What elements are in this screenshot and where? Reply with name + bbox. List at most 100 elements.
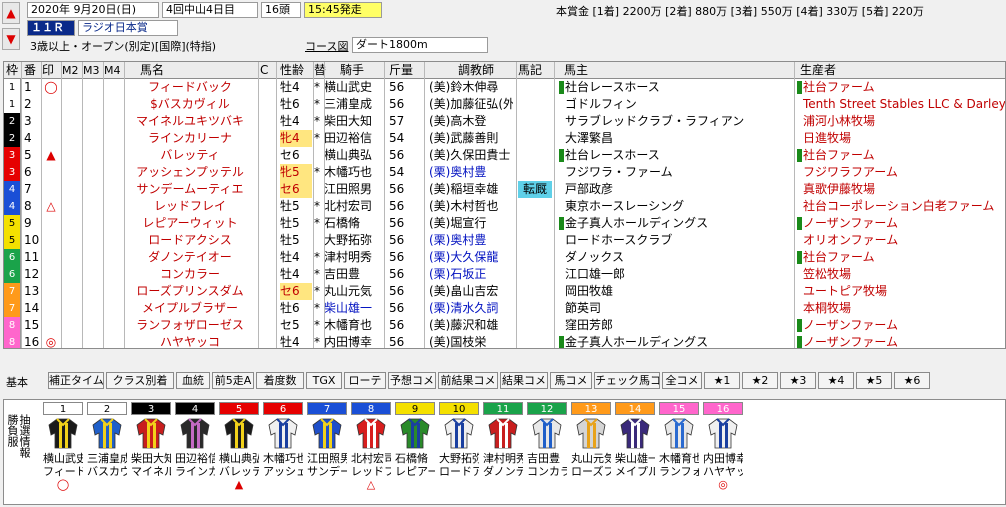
scroll-up-button[interactable]: ▲ [2,2,20,24]
toolbar-button-15[interactable]: ★2 [742,372,778,389]
toolbar-button-8[interactable]: 予想コメ [388,372,436,389]
col-weight: 斤量 [389,63,414,77]
owner-text: 社台レースホース [565,148,660,162]
toolbar-button-14[interactable]: ★1 [704,372,740,389]
table-row[interactable]: 3 6 アッシェンプッテル 牝5 * 木幡巧也 54 (栗)奥村豊 フジワラ・ファーム フジワラフ… [4,164,1005,181]
table-row[interactable]: 6 11 ダノンテイオー 牡4 * 津村明秀 56 (栗)大久保龍 ダノックス 社台ファーム [4,249,1005,266]
toolbar-button-1[interactable]: 補正タイム [48,372,104,389]
toolbar-button-2[interactable]: クラス別着 [106,372,174,389]
col-note: 馬記 [518,63,543,77]
silk-entry[interactable]: 1 横山武史フィードバック◯ [43,402,83,502]
mark-cell [42,130,60,147]
name-cell[interactable]: レッドフレイ [122,198,258,215]
toolbar-button-4[interactable]: 前5走A [212,372,254,389]
ban-cell: 9 [24,216,32,230]
name-cell[interactable]: $バスカヴィル [122,96,258,113]
sexage-cell: 牡6 [280,97,300,111]
toolbar-button-12[interactable]: チェック馬コメ [594,372,660,389]
toolbar-button-5[interactable]: 着度数 [256,372,304,389]
ban-cell: 6 [24,165,32,179]
silk-entry[interactable]: 15 木幡育也ランフォザ [659,402,699,502]
silk-entry[interactable]: 9 石橋脩レピアーウ [395,402,435,502]
table-row[interactable]: 8 15 ランフォザローゼス セ5 * 木幡育也 56 (美)藤沢和雄 窪田芳郎 ノーザンファーム [4,317,1005,334]
silk-entry[interactable]: 6 木幡巧也アッシェンプ [263,402,303,502]
table-row[interactable]: 2 4 ラインカリーナ 牝4 * 田辺裕信 54 (美)武藤善則 大澤繁昌 日進牧場 [4,130,1005,147]
sexage-cell: 牡5 [280,233,300,247]
silk-entry[interactable]: 7 江田照男サンデーム [307,402,347,502]
silk-entry[interactable]: 12 吉田豊コンカラー [527,402,567,502]
breeder-cell: 本桐牧場 [797,300,1005,317]
silk-entry[interactable]: 11 津村明秀ダノンテイオ [483,402,523,502]
silk-entry[interactable]: 8 北村宏司レッドフレイ△ [351,402,391,502]
scroll-down-button[interactable]: ▼ [2,28,20,50]
table-row[interactable]: 6 12 コンカラー 牡4 * 吉田豊 56 (栗)石坂正 江口雄一郎 笠松牧場 [4,266,1005,283]
name-cell[interactable]: レピアーウィット [122,215,258,232]
name-cell[interactable]: ダノンテイオー [122,249,258,266]
name-cell[interactable]: サンデームーティエ [122,181,258,198]
table-row[interactable]: 5 9 レピアーウィット 牡5 * 石橋脩 56 (美)堀宣行 金子真人ホールディングス ノーザン… [4,215,1005,232]
toolbar-button-17[interactable]: ★4 [818,372,854,389]
table-row[interactable]: 4 8 △ レッドフレイ 牡5 * 北村宏司 56 (美)木村哲也 東京ホースレーシング 社台コーポ… [4,198,1005,215]
table-row[interactable]: 7 13 ローズプリンスダム セ6 * 丸山元気 56 (美)畠山吉宏 岡田牧雄 ユートピア牧場 [4,283,1005,300]
name-cell[interactable]: アッシェンプッテル [122,164,258,181]
silk-horse-name: バスカヴィル [87,465,127,478]
table-row[interactable]: 3 5 ▲ バレッティ セ6 横山典弘 56 (美)久保田貴士 社台レースホース 社台ファーム [4,147,1005,164]
table-row[interactable]: 5 10 ロードアクシス 牡5 大野拓弥 56 (栗)奥村豊 ロードホースクラブ オリオンファー… [4,232,1005,249]
silk-number: 14 [615,402,655,415]
name-cell[interactable]: ロードアクシス [122,232,258,249]
table-row[interactable]: 8 16 ◎ ハヤヤッコ 牡4 * 内田博幸 56 (美)国枝栄 金子真人ホールディングス ノーザン… [4,334,1005,348]
trainer-extra: (外) [498,97,513,111]
silk-entry[interactable]: 5 横山典弘バレッティ▲ [219,402,259,502]
table-row[interactable]: 7 14 メイプルブラザー 牡6 * 柴山雄一 56 (栗)清水久詞 節英司 本桐牧場 [4,300,1005,317]
name-cell[interactable]: マイネルユキツバキ [122,113,258,130]
name-cell[interactable]: ハヤヤッコ [122,334,258,348]
toolbar-button-18[interactable]: ★5 [856,372,892,389]
toolbar-button-9[interactable]: 前結果コメ [438,372,498,389]
trainer-cell: (美)堀宣行 [429,216,487,230]
waku-cell: 8 [4,334,21,348]
sexage-cell: セ6 [280,283,312,300]
name-cell[interactable]: バレッティ [122,147,258,164]
silk-horse-name: マイネルユキ [131,465,171,478]
toolbar-button-7[interactable]: ローテ [344,372,386,389]
owner-cell: 社台レースホース [559,79,794,96]
toolbar-button-19[interactable]: ★6 [894,372,930,389]
table-header: 枠 番 印 M2 M3 M4 馬名 C 性齢 替 騎手 斤量 調教師 馬記 馬主… [4,62,1005,79]
name-cell[interactable]: メイプルブラザー [122,300,258,317]
table-row[interactable]: 12 $バスカヴィル 牡6 * 三浦皇成 56 (美)加藤征弘(外) ゴドルフィン Tenth … [4,96,1005,113]
silk-entry[interactable]: 3 柴田大知マイネルユキ [131,402,171,502]
toolbar-button-13[interactable]: 全コメ [662,372,702,389]
name-cell[interactable]: フィードバック [122,79,258,96]
green-flag-icon [797,251,802,264]
change-cell [314,232,324,249]
table-row[interactable]: 2 3 マイネルユキツバキ 牡4 * 柴田大知 57 (美)高木登 サラブレッドクラブ・ラフィア… [4,113,1005,130]
grid-line [41,62,42,348]
note-cell [518,79,552,96]
owner-text: 東京ホースレーシング [565,199,685,213]
toolbar-button-11[interactable]: 馬コメ [550,372,592,389]
toolbar-button-3[interactable]: 血統 [176,372,210,389]
table-row[interactable]: 4 7 サンデームーティエ セ6 江田照男 56 (美)稲垣幸雄 転厩 戸部政彦 真歌伊藤牧場 [4,181,1005,198]
silk-jockey-name: 柴山雄一 [615,452,655,465]
note-cell [518,198,552,215]
silk-entry[interactable]: 14 柴山雄一メイプルブ [615,402,655,502]
waku-cell: 3 [4,147,21,164]
toolbar-button-16[interactable]: ★3 [780,372,816,389]
silk-entry[interactable]: 2 三浦皇成バスカヴィル [87,402,127,502]
silk-entry[interactable]: 4 田辺裕信ラインカリーナ [175,402,215,502]
silk-entry[interactable]: 13 丸山元気ローズプリ [571,402,611,502]
name-cell[interactable]: コンカラー [122,266,258,283]
table-row[interactable]: 1 1 ◯ フィードバック 牡4 * 横山武史 56 (美)鈴木伸尋 社台レースホース 社台ファーム [4,79,1005,96]
course-map-link[interactable]: コース図 [305,38,348,54]
silk-entry[interactable]: 10 大野拓弥ロードアク [439,402,479,502]
silk-entry[interactable]: 16 内田博幸ハヤヤッコ◎ [703,402,743,502]
owner-cell: 金子真人ホールディングス [559,215,794,232]
name-cell[interactable]: ラインカリーナ [122,130,258,147]
toolbar-button-6[interactable]: TGX [306,372,342,389]
name-cell[interactable]: ローズプリンスダム [122,283,258,300]
name-cell[interactable]: ランフォザローゼス [122,317,258,334]
owner-text: ロードホースクラブ [565,233,673,247]
toolbar-button-10[interactable]: 結果コメ [500,372,548,389]
col-m2: M2 [62,64,79,77]
sexage-cell: 牝4 [280,130,312,147]
